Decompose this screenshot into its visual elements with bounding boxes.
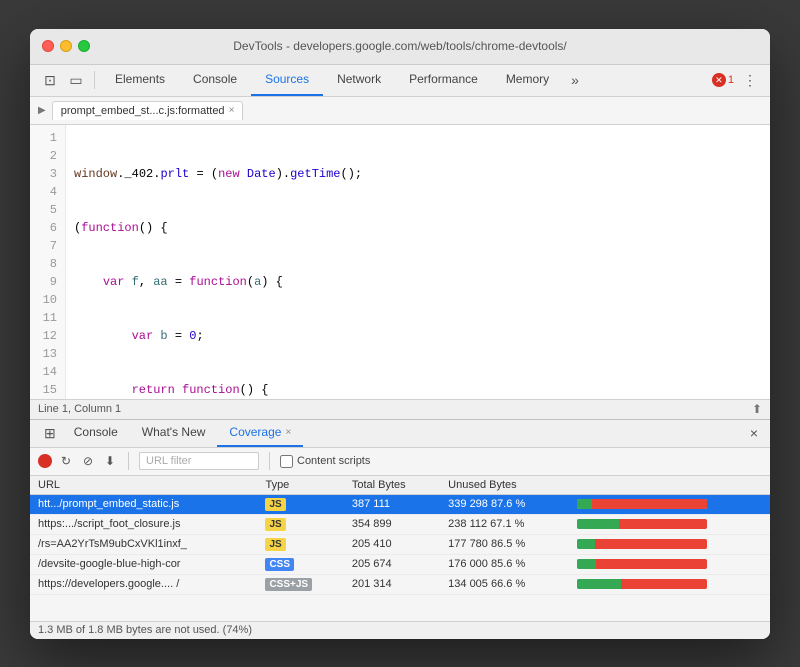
- cov-separator2: [269, 452, 270, 470]
- cell-unused-bytes: 177 780 86.5 %: [440, 534, 568, 554]
- status-icon: ⬆: [752, 402, 762, 416]
- download-icon[interactable]: ⬇: [102, 453, 118, 469]
- cell-type: JS: [257, 494, 343, 514]
- tab-console[interactable]: Console: [179, 64, 251, 96]
- cell-total-bytes: 387 111: [344, 494, 440, 514]
- table-header-row: URL Type Total Bytes Unused Bytes: [30, 476, 770, 495]
- coverage-summary: 1.3 MB of 1.8 MB bytes are not used. (74…: [38, 624, 252, 636]
- nav-tabs: Elements Console Sources Network Perform…: [101, 64, 563, 96]
- cell-url: /devsite-google-blue-high-cor: [30, 554, 257, 574]
- tab-performance[interactable]: Performance: [395, 64, 492, 96]
- bottom-tabs: ⊞ Console What's New Coverage × ×: [30, 420, 770, 448]
- content-scripts-checkbox[interactable]: [280, 455, 293, 468]
- table-row[interactable]: /rs=AA2YrTsM9ubCxVKl1inxf_JS205 410177 7…: [30, 534, 770, 554]
- device-icon[interactable]: ▭: [64, 68, 88, 92]
- traffic-lights: [42, 40, 90, 52]
- url-filter-input[interactable]: [139, 452, 259, 470]
- tab-sources[interactable]: Sources: [251, 64, 323, 96]
- tab-memory[interactable]: Memory: [492, 64, 563, 96]
- bottom-panel-close-icon[interactable]: ×: [746, 425, 762, 441]
- file-tab-close-icon[interactable]: ×: [229, 105, 235, 116]
- more-tabs-icon[interactable]: »: [565, 72, 585, 88]
- code-area: 12345 678910 1112131415 16 window._402.p…: [30, 125, 770, 419]
- cell-bar: [569, 534, 770, 554]
- code-editor[interactable]: window._402.prlt = (new Date).getTime();…: [66, 125, 770, 399]
- cell-unused-bytes: 339 298 87.6 %: [440, 494, 568, 514]
- bottom-panel-icon[interactable]: ⊞: [38, 425, 62, 442]
- toolbar-right: ✕ 1 ⋮: [712, 68, 762, 92]
- tab-network[interactable]: Network: [323, 64, 395, 96]
- cell-type: JS: [257, 514, 343, 534]
- cell-total-bytes: 205 674: [344, 554, 440, 574]
- cursor-position: Line 1, Column 1: [38, 403, 121, 415]
- content-scripts-label: Content scripts: [280, 455, 370, 468]
- cell-type: CSS+JS: [257, 574, 343, 594]
- table-row[interactable]: htt.../prompt_embed_static.jsJS387 11133…: [30, 494, 770, 514]
- titlebar: DevTools - developers.google.com/web/too…: [30, 29, 770, 65]
- status-bar: Line 1, Column 1 ⬆: [30, 399, 770, 419]
- coverage-tab-close-icon[interactable]: ×: [285, 427, 291, 438]
- inspect-icon[interactable]: ⊡: [38, 68, 62, 92]
- coverage-tbody: htt.../prompt_embed_static.jsJS387 11133…: [30, 494, 770, 594]
- cell-bar: [569, 514, 770, 534]
- table-row[interactable]: https:.../script_foot_closure.jsJS354 89…: [30, 514, 770, 534]
- file-tab-label: prompt_embed_st...c.js:formatted: [61, 105, 225, 117]
- minimize-button[interactable]: [60, 40, 72, 52]
- cell-url: https://developers.google.... /: [30, 574, 257, 594]
- coverage-toolbar: ↻ ⊘ ⬇ Content scripts: [30, 448, 770, 476]
- table-row[interactable]: https://developers.google.... /CSS+JS201…: [30, 574, 770, 594]
- code-content[interactable]: 12345 678910 1112131415 16 window._402.p…: [30, 125, 770, 399]
- tab-elements[interactable]: Elements: [101, 64, 179, 96]
- toolbar-separator: [94, 71, 95, 89]
- col-type: Type: [257, 476, 343, 495]
- cell-unused-bytes: 176 000 85.6 %: [440, 554, 568, 574]
- file-tab-arrow-icon[interactable]: ▶: [38, 105, 46, 116]
- coverage-data-table: URL Type Total Bytes Unused Bytes htt...…: [30, 476, 770, 595]
- window-title: DevTools - developers.google.com/web/too…: [233, 39, 567, 53]
- col-url: URL: [30, 476, 257, 495]
- cell-total-bytes: 201 314: [344, 574, 440, 594]
- tab-coverage[interactable]: Coverage ×: [217, 419, 303, 447]
- tab-whats-new[interactable]: What's New: [130, 419, 218, 447]
- coverage-table: URL Type Total Bytes Unused Bytes htt...…: [30, 476, 770, 621]
- tab-console-bottom[interactable]: Console: [62, 419, 130, 447]
- col-total: Total Bytes: [344, 476, 440, 495]
- line-numbers: 12345 678910 1112131415 16: [30, 125, 66, 399]
- error-count: 1: [728, 74, 734, 86]
- record-button[interactable]: [38, 454, 52, 468]
- col-unused: Unused Bytes: [440, 476, 568, 495]
- cell-url: /rs=AA2YrTsM9ubCxVKl1inxf_: [30, 534, 257, 554]
- refresh-icon[interactable]: ↻: [58, 453, 74, 469]
- cell-unused-bytes: 134 005 66.6 %: [440, 574, 568, 594]
- cell-bar: [569, 494, 770, 514]
- error-badge: ✕ 1: [712, 73, 734, 87]
- clear-icon[interactable]: ⊘: [80, 453, 96, 469]
- cell-bar: [569, 554, 770, 574]
- devtools-window: DevTools - developers.google.com/web/too…: [30, 29, 770, 639]
- error-icon: ✕: [712, 73, 726, 87]
- settings-icon[interactable]: ⋮: [738, 68, 762, 92]
- cell-bar: [569, 574, 770, 594]
- close-button[interactable]: [42, 40, 54, 52]
- cell-url: htt.../prompt_embed_static.js: [30, 494, 257, 514]
- cell-url: https:.../script_foot_closure.js: [30, 514, 257, 534]
- col-bar: [569, 476, 770, 495]
- cell-total-bytes: 205 410: [344, 534, 440, 554]
- table-row[interactable]: /devsite-google-blue-high-corCSS205 6741…: [30, 554, 770, 574]
- file-tab[interactable]: prompt_embed_st...c.js:formatted ×: [52, 101, 244, 120]
- file-tab-bar: ▶ prompt_embed_st...c.js:formatted ×: [30, 97, 770, 125]
- bottom-status: 1.3 MB of 1.8 MB bytes are not used. (74…: [30, 621, 770, 639]
- cell-type: CSS: [257, 554, 343, 574]
- cell-unused-bytes: 238 112 67.1 %: [440, 514, 568, 534]
- main-toolbar: ⊡ ▭ Elements Console Sources Network Per…: [30, 65, 770, 97]
- cell-type: JS: [257, 534, 343, 554]
- cell-total-bytes: 354 899: [344, 514, 440, 534]
- bottom-panel: ⊞ Console What's New Coverage × × ↻ ⊘ ⬇ …: [30, 419, 770, 639]
- maximize-button[interactable]: [78, 40, 90, 52]
- cov-separator: [128, 452, 129, 470]
